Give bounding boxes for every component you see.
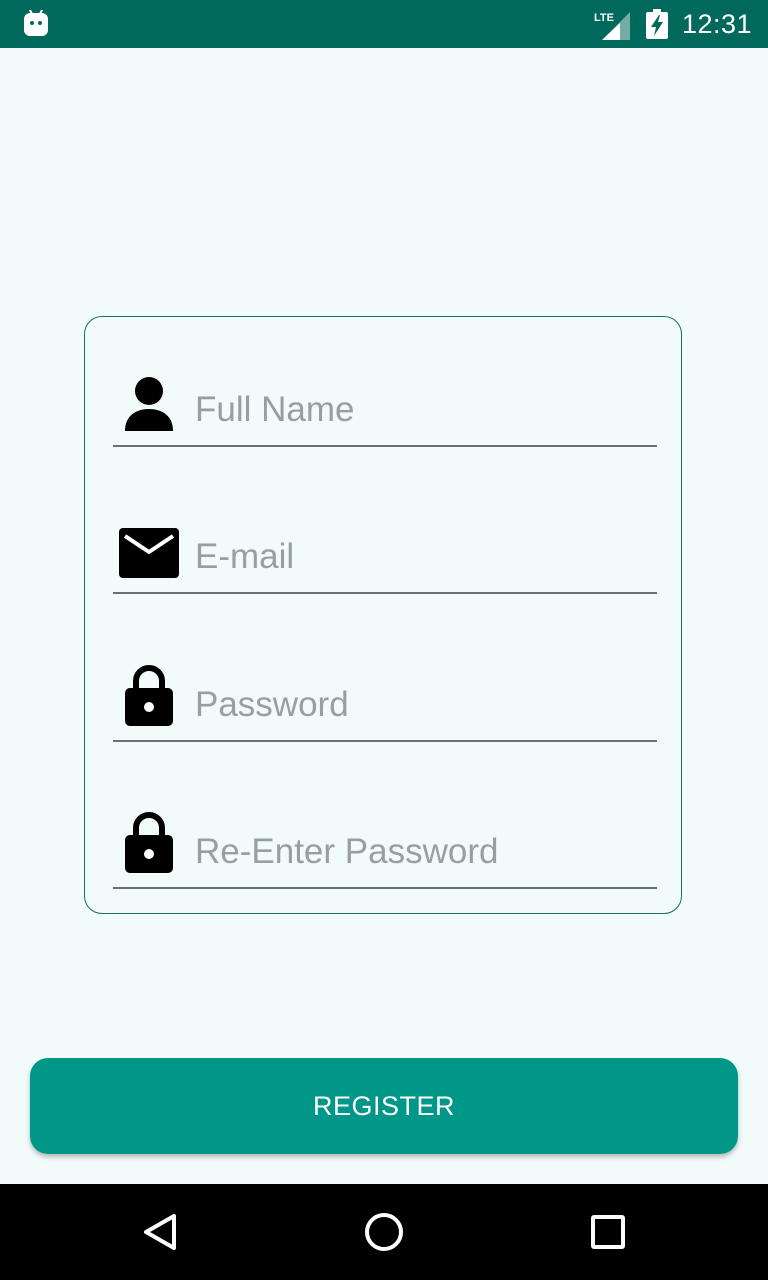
- reenter-password-field: [113, 809, 657, 889]
- home-icon[interactable]: [360, 1208, 408, 1256]
- back-icon[interactable]: [136, 1208, 184, 1256]
- password-field: [113, 662, 657, 742]
- person-icon: [125, 377, 173, 431]
- registration-form-card: [84, 316, 682, 914]
- battery-charging-icon: [646, 9, 668, 39]
- lte-signal-icon: LTE: [594, 12, 630, 40]
- full-name-field: [113, 367, 657, 447]
- register-button[interactable]: REGISTER: [30, 1058, 738, 1154]
- password-input[interactable]: [195, 682, 645, 728]
- reenter-password-input[interactable]: [195, 829, 645, 875]
- recents-icon[interactable]: [584, 1208, 632, 1256]
- full-name-input[interactable]: [195, 387, 645, 433]
- lock-icon: [125, 665, 173, 726]
- navigation-bar: [0, 1184, 768, 1280]
- email-field: [113, 514, 657, 594]
- email-input[interactable]: [195, 534, 645, 580]
- status-clock: 12:31: [682, 9, 753, 39]
- email-icon: [119, 528, 179, 578]
- status-bar: LTE 12:31: [0, 0, 768, 48]
- android-icon: [24, 10, 48, 36]
- svg-text:LTE: LTE: [594, 12, 614, 24]
- lock-icon: [125, 812, 173, 873]
